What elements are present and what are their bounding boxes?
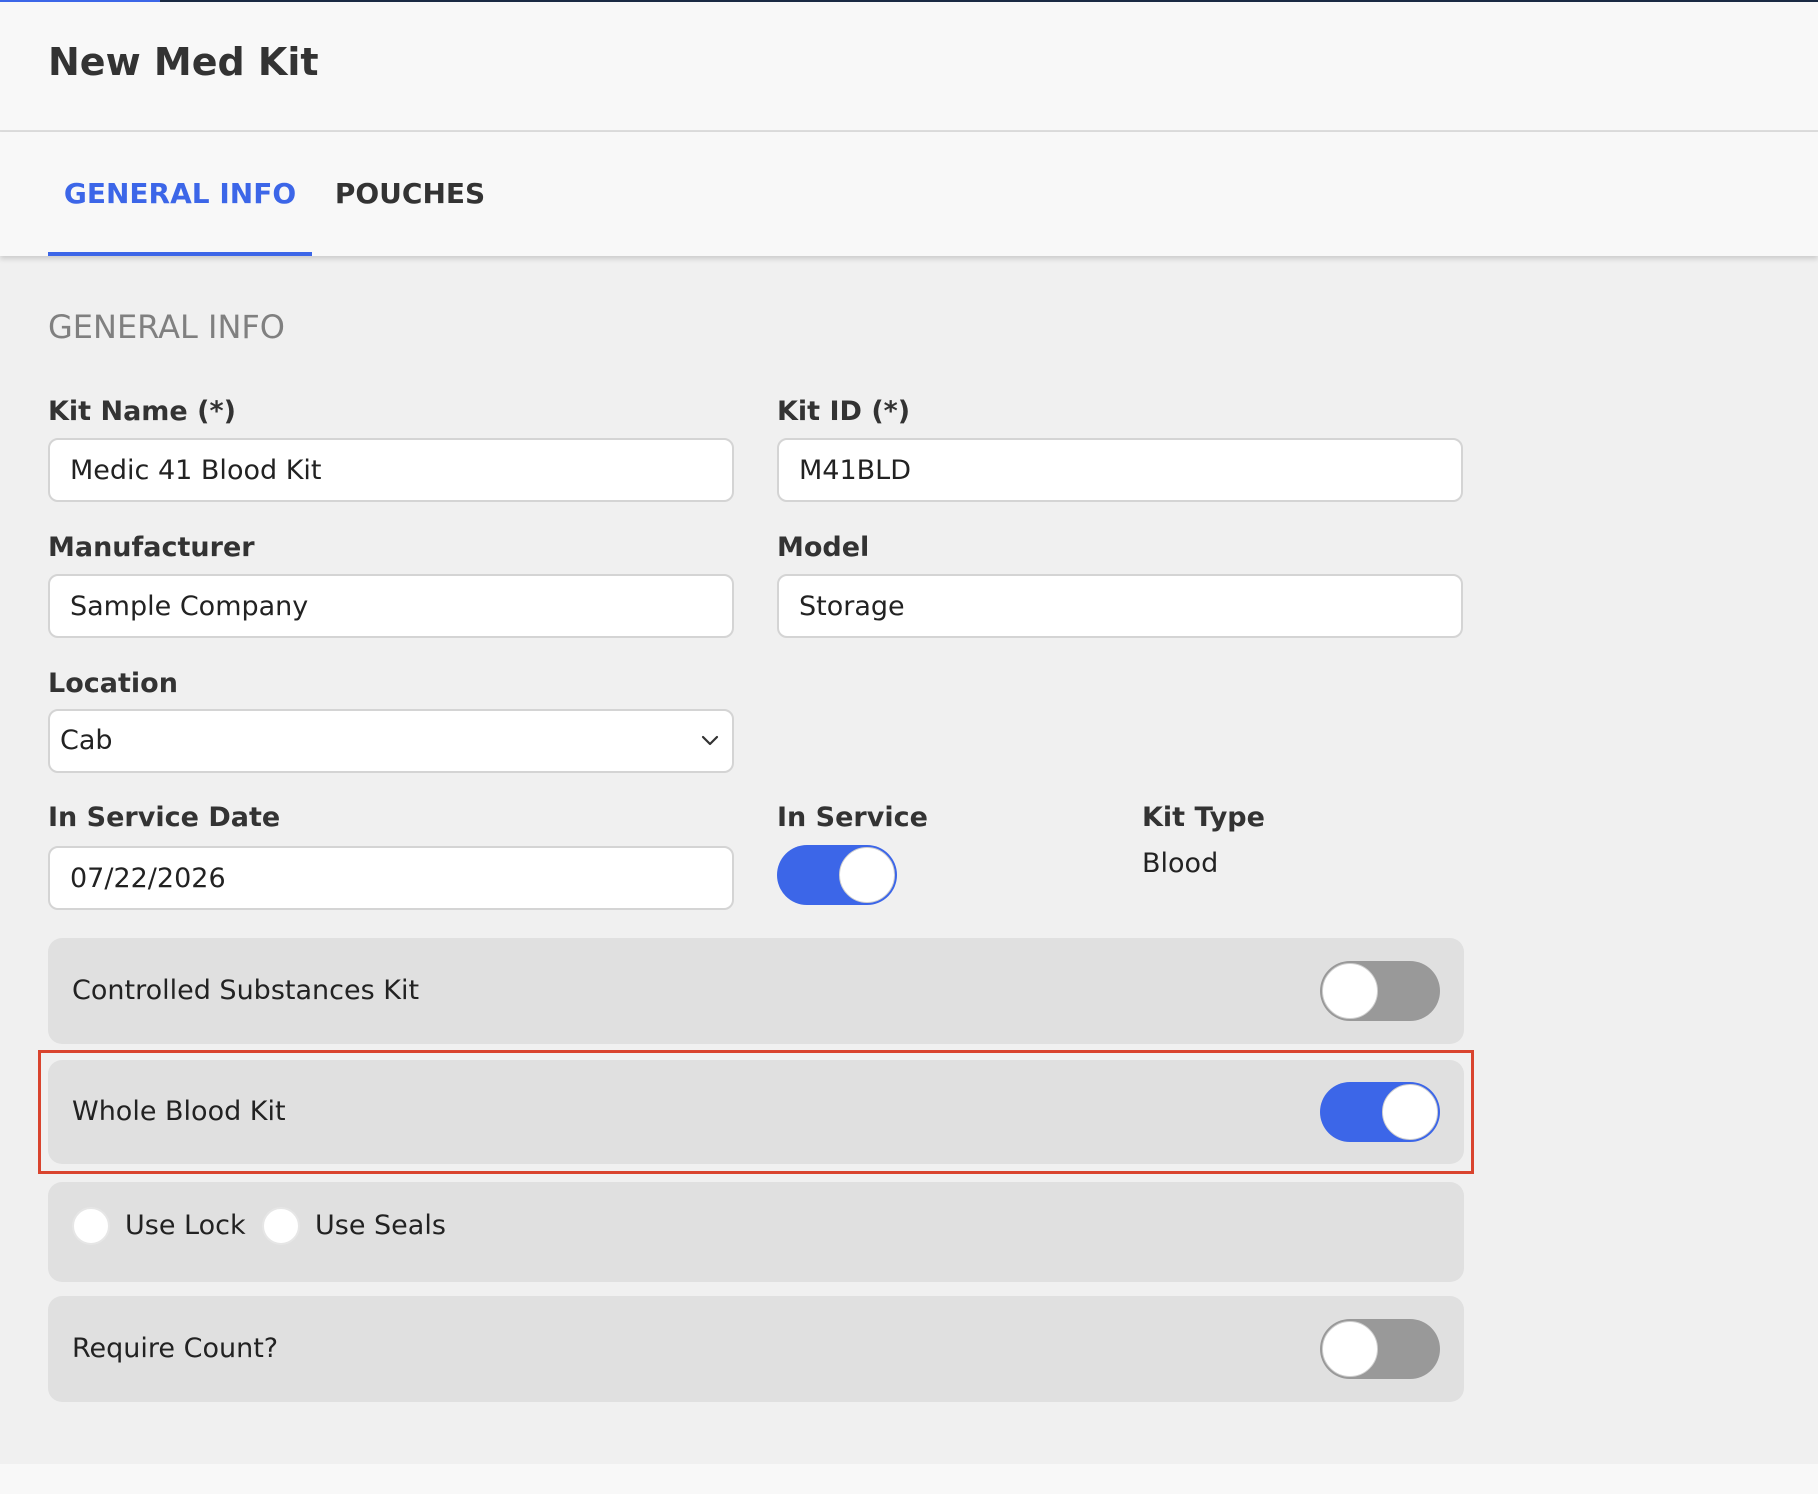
model-input[interactable] [777,574,1463,638]
section-heading: GENERAL INFO [48,308,285,346]
toggle-knob [1322,963,1378,1019]
use-seals-label: Use Seals [315,1210,446,1241]
highlight-box [38,1050,1474,1174]
require-count-label: Require Count? [72,1333,279,1364]
in-service-date-label: In Service Date [48,802,281,833]
page-footer [0,1464,1818,1494]
toggle-knob [1322,1321,1378,1377]
manufacturer-label: Manufacturer [48,532,255,563]
in-service-date-input[interactable] [48,846,734,910]
location-label: Location [48,668,178,699]
kit-name-input[interactable] [48,438,734,502]
controlled-substances-panel: Controlled Substances Kit [48,938,1464,1044]
location-selected-value: Cab [60,725,113,756]
tab-bar: GENERAL INFO POUCHES [0,132,1818,256]
kit-id-input[interactable] [777,438,1463,502]
controlled-substances-toggle[interactable] [1320,961,1440,1021]
location-select[interactable]: Cab [48,709,734,773]
lock-seals-panel: Use Lock Use Seals [48,1182,1464,1282]
page-header: New Med Kit [0,2,1818,132]
require-count-toggle[interactable] [1320,1319,1440,1379]
tab-pouches[interactable]: POUCHES [330,132,490,256]
controlled-substances-label: Controlled Substances Kit [72,975,420,1006]
chevron-down-icon [701,735,719,746]
toggle-knob [839,847,895,903]
kit-name-label: Kit Name (*) [48,396,236,427]
kit-type-label: Kit Type [1142,802,1265,833]
manufacturer-input[interactable] [48,574,734,638]
tab-general-info[interactable]: GENERAL INFO [48,132,312,256]
require-count-panel: Require Count? [48,1296,1464,1402]
in-service-toggle[interactable] [777,845,897,905]
use-lock-label: Use Lock [125,1210,246,1241]
kit-id-label: Kit ID (*) [777,396,911,427]
kit-type-value: Blood [1142,848,1219,879]
use-seals-radio[interactable] [262,1207,300,1245]
in-service-label: In Service [777,802,928,833]
page-title: New Med Kit [48,40,319,84]
use-lock-radio[interactable] [72,1207,110,1245]
model-label: Model [777,532,870,563]
